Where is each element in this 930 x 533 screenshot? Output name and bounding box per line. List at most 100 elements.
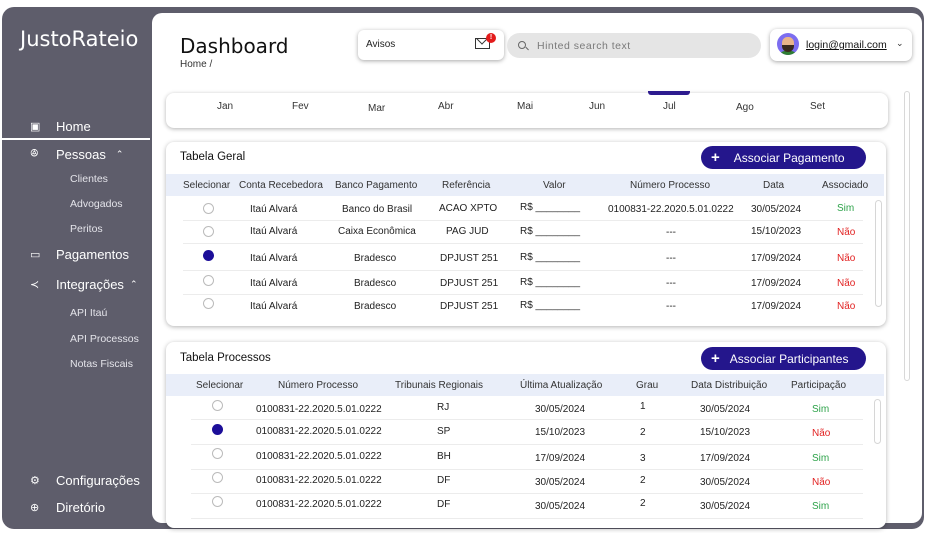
sidebar-item-pessoas[interactable]: ꔮ Pessoas ⌃ (30, 147, 123, 162)
month-mai[interactable]: Mai (517, 101, 533, 112)
row-divider (191, 444, 863, 445)
cell-referencia: PAG JUD (446, 226, 489, 237)
avatar (777, 33, 799, 55)
cell-conta: Itaú Alvará (250, 301, 298, 312)
cell-processo: 0100831-22.2020.5.01.0222 (256, 404, 382, 415)
row-radio-selected[interactable] (212, 424, 223, 435)
row-radio[interactable] (212, 448, 223, 459)
cell-processo: --- (666, 278, 676, 289)
table-scrollbar[interactable] (875, 200, 882, 307)
month-fev[interactable]: Fev (292, 101, 309, 112)
row-radio[interactable] (212, 400, 223, 411)
column-header: Valor (543, 180, 566, 191)
plus-icon: + (711, 350, 720, 367)
month-jun[interactable]: Jun (589, 101, 605, 112)
associar-participantes-button[interactable]: + Associar Participantes (701, 347, 866, 370)
cell-conta: Itaú Alvará (250, 278, 298, 289)
cell-banco: Caixa Econômica (338, 226, 416, 237)
sidebar-item-integracoes[interactable]: ≺ Integrações ⌃ (30, 277, 137, 292)
cell-associado: Não (837, 301, 856, 312)
month-selector: Jan Fev Mar Abr Mai Jun Jul Ago Set (166, 91, 888, 128)
sidebar-item-label: Configurações (56, 473, 140, 488)
month-jan[interactable]: Jan (217, 101, 233, 112)
sidebar-item-home[interactable]: ▣ Home (2, 112, 150, 140)
page-scrollbar[interactable] (904, 91, 910, 381)
associar-pagamento-button[interactable]: + Associar Pagamento (701, 146, 866, 169)
row-divider (183, 294, 863, 295)
sidebar-item-label: Pessoas (56, 147, 106, 162)
row-radio[interactable] (212, 496, 223, 507)
table-header: Selecionar Número Processo Tribunais Reg… (166, 374, 884, 396)
month-abr[interactable]: Abr (438, 101, 454, 112)
sidebar-item-label: Diretório (56, 500, 106, 515)
row-radio[interactable] (212, 472, 223, 483)
month-set[interactable]: Set (810, 101, 825, 112)
sidebar-subitem-peritos[interactable]: Peritos (70, 223, 103, 235)
cell-referencia: DPJUST 251 (440, 278, 499, 289)
cell-associado: Não (837, 278, 856, 289)
cell-processo: 0100831-22.2020.5.01.0222 (256, 499, 382, 510)
cell-grau: 1 (640, 401, 646, 412)
cell-distribuicao: 30/05/2024 (700, 501, 751, 512)
app-logo: JustoRateio (20, 27, 139, 51)
month-ago[interactable]: Ago (736, 102, 754, 113)
sidebar-item-configuracoes[interactable]: ⚙ Configurações (30, 473, 140, 488)
cell-tribunal: SP (437, 426, 451, 437)
cell-referencia: ACAO XPTO (439, 203, 498, 214)
sidebar-subitem-notas-fiscais[interactable]: Notas Fiscais (70, 358, 133, 370)
sidebar-subitem-api-itau[interactable]: API Itaú (70, 307, 107, 319)
cell-referencia: DPJUST 251 (440, 301, 499, 312)
cell-participacao: Não (812, 477, 831, 488)
breadcrumb[interactable]: Home / (180, 59, 212, 70)
tabela-geral-card: Tabela Geral + Associar Pagamento Seleci… (166, 142, 886, 326)
cell-valor: R$ ________ (520, 300, 581, 311)
sidebar-item-diretorio[interactable]: ⊕ Diretório (30, 500, 105, 515)
page-title: Dashboard (180, 34, 289, 58)
row-radio[interactable] (203, 298, 214, 309)
user-menu[interactable]: login@gmail.com ⌄ (770, 29, 912, 61)
row-divider (191, 518, 863, 519)
row-divider (183, 243, 863, 244)
sidebar-item-pagamentos[interactable]: ▭ Pagamentos (30, 247, 129, 262)
inbox-icon: ▭ (30, 249, 41, 261)
cell-atualizacao: 30/05/2024 (535, 501, 586, 512)
column-header: Data Distribuição (691, 380, 768, 391)
row-radio[interactable] (203, 226, 214, 237)
notification-badge: ! (486, 33, 496, 43)
notifications-box[interactable]: Avisos ! (358, 30, 504, 60)
sidebar-item-label: Home (56, 119, 91, 134)
cell-grau: 2 (640, 498, 646, 509)
month-jul[interactable]: Jul (663, 101, 676, 112)
month-mar[interactable]: Mar (368, 103, 385, 114)
search-input[interactable] (507, 33, 761, 58)
column-header: Selecionar (196, 380, 244, 391)
sidebar-subitem-api-processos[interactable]: API Processos (70, 333, 139, 345)
row-radio[interactable] (203, 275, 214, 286)
cell-conta: Itaú Alvará (250, 253, 298, 264)
cell-data: 17/09/2024 (751, 301, 802, 312)
cell-data: 17/09/2024 (751, 278, 802, 289)
row-divider (183, 220, 863, 221)
sidebar-subitem-clientes[interactable]: Clientes (70, 173, 108, 185)
chevron-down-icon[interactable]: ⌄ (896, 38, 904, 49)
sidebar-subitem-advogados[interactable]: Advogados (70, 198, 123, 210)
row-radio-selected[interactable] (203, 250, 214, 261)
row-divider (183, 270, 863, 271)
column-header: Grau (636, 380, 659, 391)
user-email-link[interactable]: login@gmail.com (806, 39, 887, 51)
cell-valor: R$ ________ (520, 252, 581, 263)
cell-referencia: DPJUST 251 (440, 253, 499, 264)
tabela-processos-card: Tabela Processos + Associar Participante… (166, 342, 886, 528)
table-scrollbar[interactable] (874, 399, 881, 444)
cell-conta: Itaú Alvará (250, 226, 298, 237)
sidebar-item-label: Integrações (56, 277, 124, 292)
search-icon (518, 41, 526, 49)
cell-processo: --- (666, 253, 676, 264)
cell-participacao: Sim (812, 453, 830, 464)
cell-participacao: Não (812, 428, 831, 439)
cell-conta: Itaú Alvará (250, 204, 298, 215)
cell-valor: R$ ________ (520, 226, 581, 237)
gear-icon: ⚙ (30, 475, 40, 487)
row-radio[interactable] (203, 203, 214, 214)
column-header: Última Atualização (520, 380, 603, 391)
